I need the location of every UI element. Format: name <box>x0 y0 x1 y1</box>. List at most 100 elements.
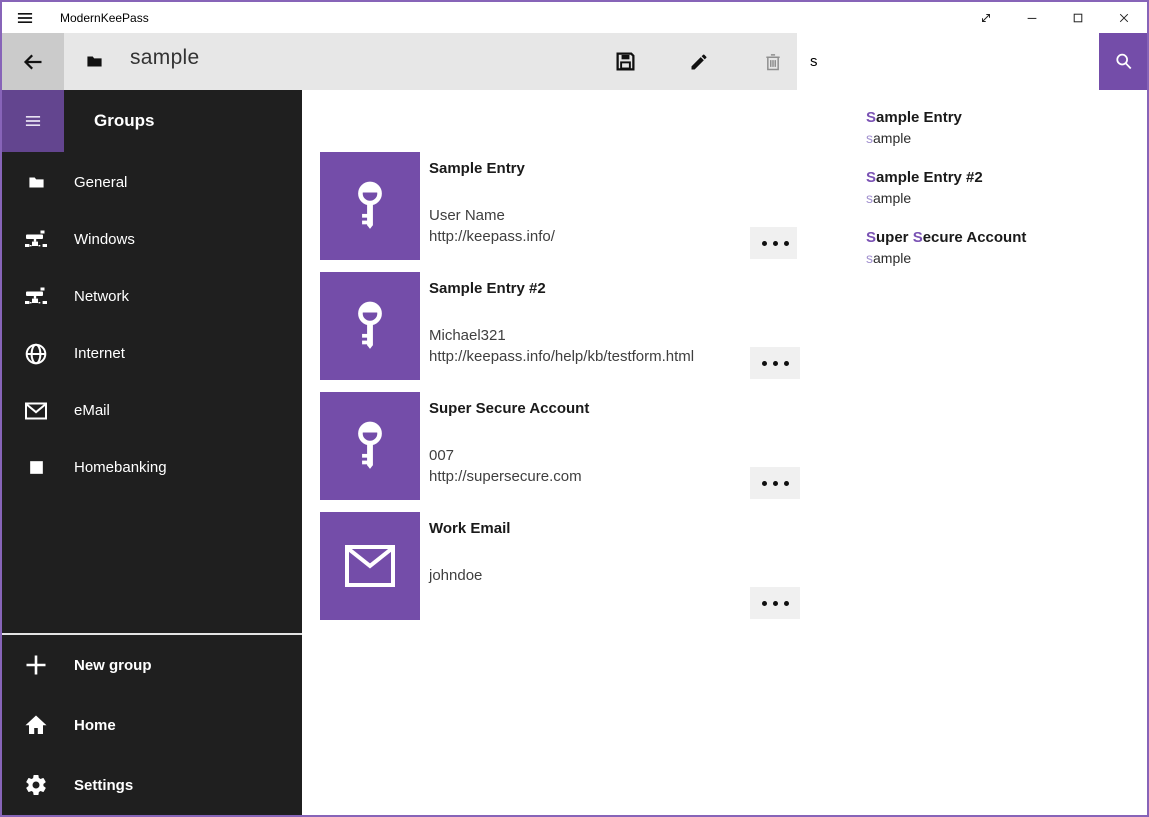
fullscreen-button[interactable] <box>963 2 1009 33</box>
search-icon <box>1113 51 1134 72</box>
entry-username: Michael321 <box>429 325 694 346</box>
entry-more-button[interactable] <box>750 227 800 259</box>
entry-title: Super Secure Account <box>429 399 589 419</box>
command-actions <box>588 33 810 90</box>
sidebar-actions: New group Home Settings <box>2 635 302 815</box>
suggestion-title: Super Secure Account <box>866 228 1147 248</box>
entry-info: Work Email johndoe <box>429 512 510 620</box>
sidebar-item-settings[interactable]: Settings <box>2 755 302 815</box>
minimize-button[interactable] <box>1009 2 1055 33</box>
sidebar-bottom: New group Home Settings <box>2 633 302 815</box>
sidebar-item-windows[interactable]: Windows <box>2 211 302 268</box>
titlebar: ModernKeePass <box>2 2 1147 33</box>
sidebar-item-label: Network <box>74 288 129 305</box>
search-suggestion[interactable]: Super Secure Accountsample <box>797 220 1147 280</box>
entry-more-button[interactable] <box>750 467 800 499</box>
network-icon <box>24 228 48 252</box>
modernkeepass-window: { "colors": { "window_border": "#8764b8"… <box>0 0 1149 817</box>
search-button[interactable] <box>1099 33 1147 90</box>
nav-toggle-button[interactable] <box>2 90 64 152</box>
sidebar-item-email[interactable]: eMail <box>2 382 302 439</box>
edit-icon <box>689 52 709 72</box>
maximize-icon <box>1071 11 1085 25</box>
entry-tile[interactable] <box>320 392 420 500</box>
expand-icon <box>979 11 993 25</box>
entry-url: http://keepass.info/help/kb/testform.htm… <box>429 346 694 367</box>
back-icon <box>21 50 45 74</box>
entry-title: Work Email <box>429 519 510 539</box>
home-icon <box>24 713 48 737</box>
save-icon <box>615 51 636 72</box>
entry-username: johndoe <box>429 565 510 586</box>
sidebar-item-label: Internet <box>74 345 125 362</box>
back-button[interactable] <box>2 33 64 90</box>
edit-button[interactable] <box>662 33 736 90</box>
minimize-icon <box>1025 11 1039 25</box>
maximize-button[interactable] <box>1055 2 1101 33</box>
network-icon <box>24 285 48 309</box>
search-suggestions: Sample EntrysampleSample Entry #2sampleS… <box>797 90 1147 288</box>
entry-tile[interactable] <box>320 272 420 380</box>
close-button[interactable] <box>1101 2 1147 33</box>
globe-icon <box>24 342 48 366</box>
suggestion-subtitle: sample <box>866 128 1147 148</box>
sidebar-item-home[interactable]: Home <box>2 695 302 755</box>
suggestion-title: Sample Entry #2 <box>866 168 1147 188</box>
entry-more-button[interactable] <box>750 587 800 619</box>
suggestion-subtitle: sample <box>866 248 1147 268</box>
key-icon <box>350 298 390 354</box>
database-icon <box>86 53 103 70</box>
entry-url: http://supersecure.com <box>429 466 589 487</box>
suggestion-title: Sample Entry <box>866 108 1147 128</box>
search-suggestion[interactable]: Sample Entry #2sample <box>797 160 1147 220</box>
group-list: General Windows Network Internet eMail Homeba… <box>2 154 302 496</box>
sidebar-item-label: Homebanking <box>74 459 167 476</box>
sidebar-item-new-group[interactable]: New group <box>2 635 302 695</box>
entry-row[interactable]: Work Email johndoe <box>320 512 800 620</box>
sidebar-item-general[interactable]: General <box>2 154 302 211</box>
sidebar-item-internet[interactable]: Internet <box>2 325 302 382</box>
suggestion-subtitle: sample <box>866 188 1147 208</box>
mail-icon <box>24 399 48 423</box>
search-input[interactable] <box>797 33 1099 90</box>
hamburger-icon <box>15 8 35 28</box>
save-button[interactable] <box>588 33 662 90</box>
entry-list: Sample EntryUser Namehttp://keepass.info… <box>320 152 800 632</box>
entry-row[interactable]: Super Secure Account007http://supersecur… <box>320 392 800 500</box>
hamburger-icon <box>23 111 43 131</box>
window-controls <box>963 2 1147 33</box>
entry-row[interactable]: Sample Entry #2 Michael321http://keepass.… <box>320 272 800 380</box>
entry-tile[interactable] <box>320 152 420 260</box>
folder-icon <box>24 171 48 195</box>
command-bar: sample <box>2 33 1147 90</box>
delete-icon <box>763 52 783 72</box>
sidebar-item-label: eMail <box>74 402 110 419</box>
key-icon <box>350 178 390 234</box>
entry-title: Sample Entry #2 <box>429 279 694 299</box>
entry-more-button[interactable] <box>750 347 800 379</box>
app-title: ModernKeePass <box>60 11 149 25</box>
search-suggestion[interactable]: Sample Entrysample <box>797 100 1147 160</box>
entry-row[interactable]: Sample EntryUser Namehttp://keepass.info… <box>320 152 800 260</box>
groups-header: Groups <box>94 111 154 131</box>
mail-tile-icon <box>344 544 396 588</box>
plus-icon <box>24 653 48 677</box>
key-icon <box>350 418 390 474</box>
titlebar-hamburger-button[interactable] <box>2 2 48 33</box>
entry-info: Super Secure Account007http://supersecur… <box>429 392 589 500</box>
sidebar-item-network[interactable]: Network <box>2 268 302 325</box>
sidebar-item-label: Windows <box>74 231 135 248</box>
sidebar-item-label: New group <box>74 657 152 674</box>
sidebar: Groups General Windows Network Internet eMai… <box>2 90 302 815</box>
gear-icon <box>24 773 48 797</box>
sidebar-item-homebanking[interactable]: Homebanking <box>2 439 302 496</box>
sidebar-item-label: General <box>74 174 127 191</box>
sidebar-item-label: Home <box>74 717 116 734</box>
database-title: sample <box>130 46 200 70</box>
search-bar <box>797 33 1147 90</box>
sidebar-item-label: Settings <box>74 777 133 794</box>
entry-url: http://keepass.info/ <box>429 226 555 247</box>
square-icon <box>24 456 48 480</box>
entry-tile[interactable] <box>320 512 420 620</box>
entry-info: Sample EntryUser Namehttp://keepass.info… <box>429 152 555 260</box>
